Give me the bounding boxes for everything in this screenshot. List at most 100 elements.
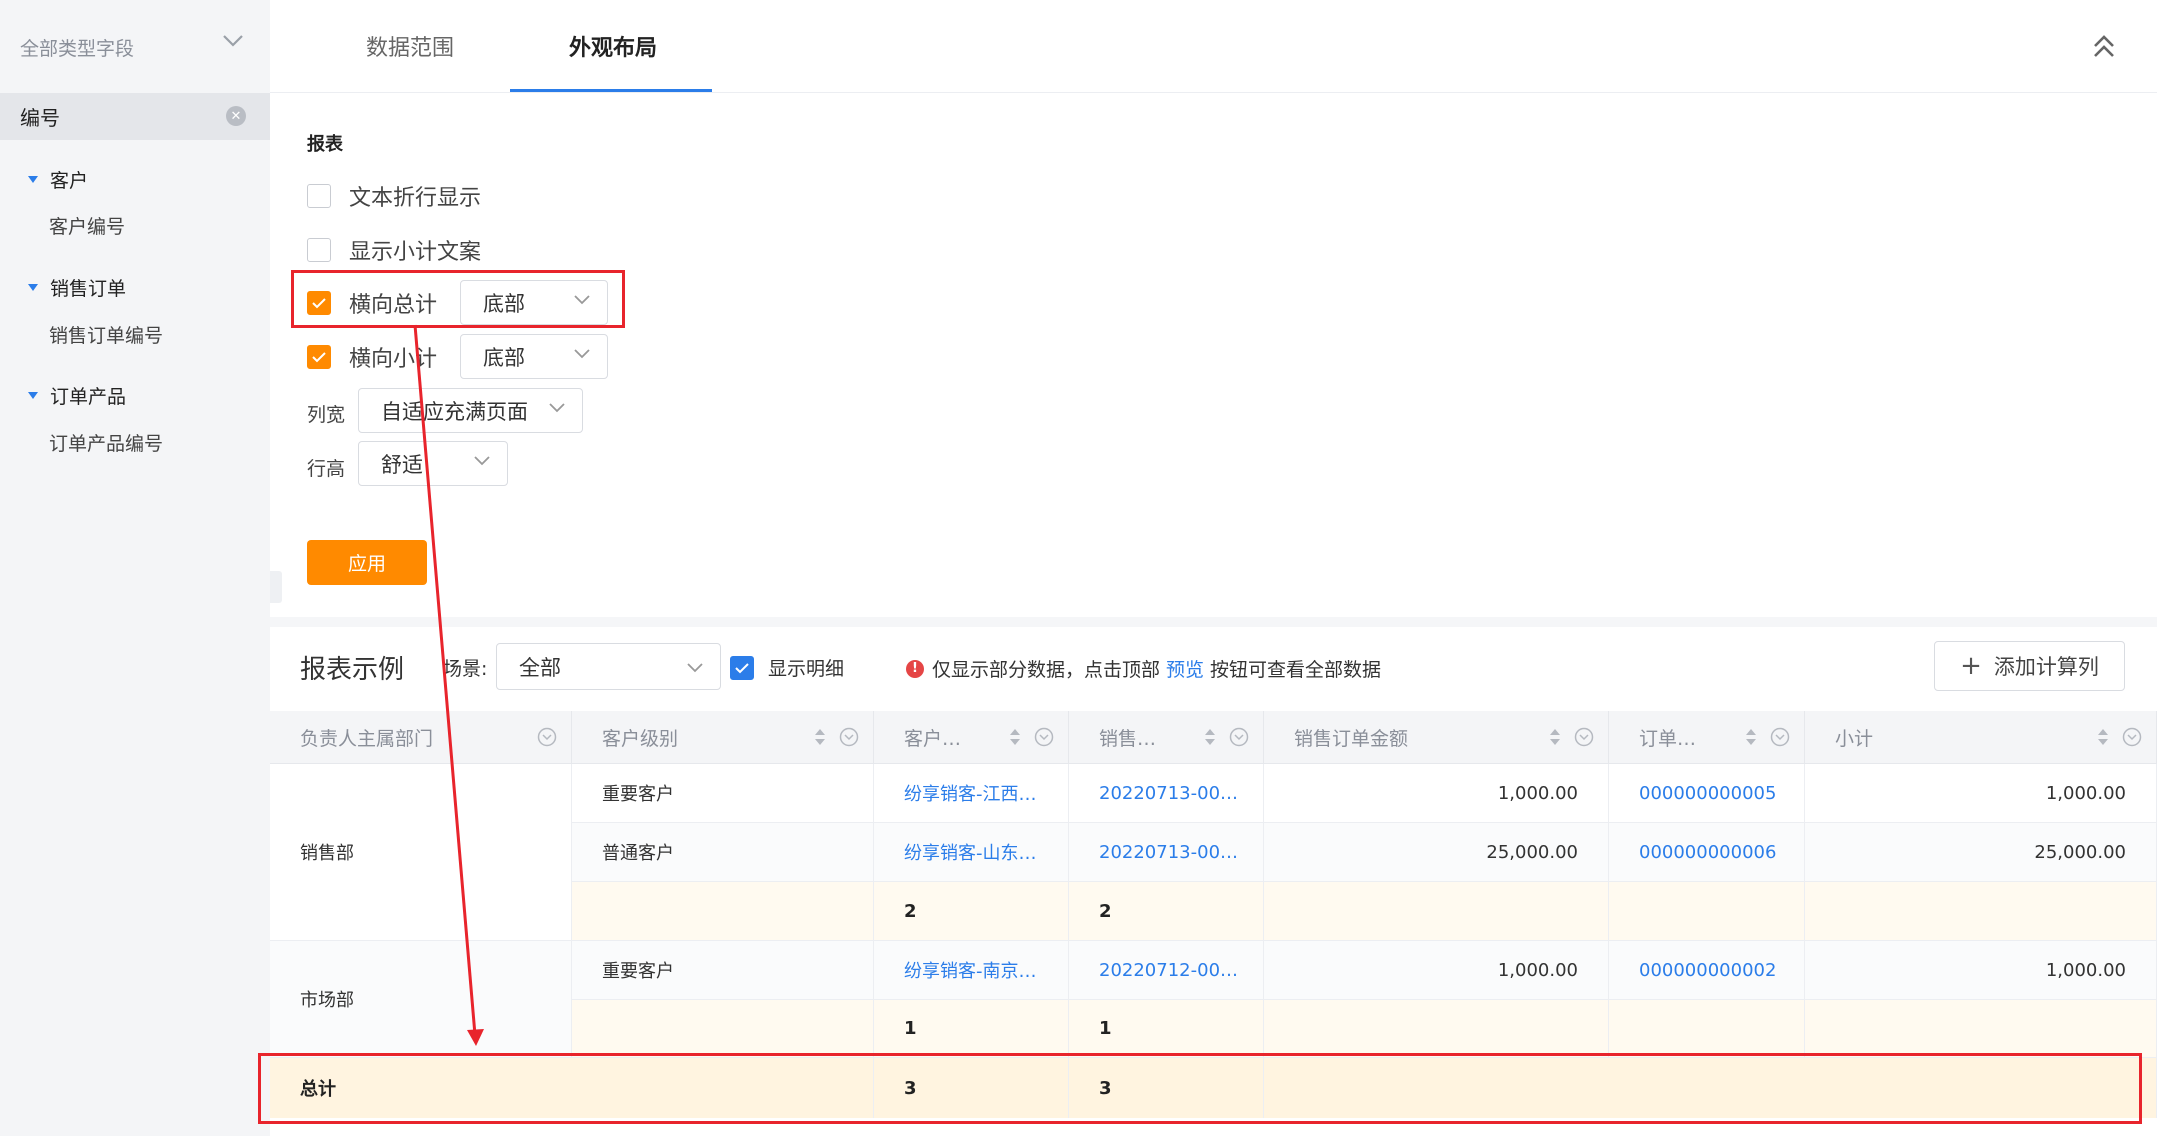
horizontal-total-checkbox[interactable] [307, 291, 331, 315]
dept-cell-sales: 销售部 [270, 764, 572, 941]
subtotal-row-blank [572, 882, 874, 941]
table-cell-level: 重要客户 [572, 941, 874, 1000]
subtotal-cell-customer-count: 1 [874, 1000, 1069, 1058]
check-icon [312, 352, 326, 363]
horizontal-total-option[interactable]: 横向总计 [307, 287, 437, 319]
table-cell-subtotal: 25,000.00 [1805, 823, 2157, 882]
table-cell-product-link[interactable]: 000000000005 [1609, 764, 1805, 823]
preview-link[interactable]: 预览 [1166, 655, 1204, 682]
horizontal-subtotal-checkbox[interactable] [307, 345, 331, 369]
caret-down-icon [28, 392, 38, 399]
column-width-label: 列宽 [307, 404, 346, 426]
chevron-down-icon [474, 456, 490, 466]
table-cell-order-link[interactable]: 20220713-00… [1069, 823, 1264, 882]
tree-item-order-product-no[interactable]: 订单产品编号 [49, 429, 163, 456]
partial-data-hint: ! 仅显示部分数据，点击顶部 预览 按钮可查看全部数据 [906, 655, 1381, 682]
horizontal-total-position-select[interactable]: 底部 [460, 280, 608, 325]
column-header-amount[interactable]: 销售订单金额 [1264, 711, 1609, 764]
apply-button[interactable]: 应用 [307, 540, 427, 585]
column-menu-icon[interactable] [839, 727, 859, 752]
column-menu-icon[interactable] [2122, 727, 2142, 752]
column-width-select[interactable]: 自适应充满页面 [358, 388, 583, 433]
check-icon [735, 662, 749, 673]
resize-handle[interactable] [270, 571, 282, 603]
wrap-text-checkbox[interactable] [307, 184, 331, 208]
column-menu-icon[interactable] [1770, 727, 1790, 752]
sort-icon[interactable] [1548, 727, 1562, 752]
subtotal-row-blank [1805, 1000, 2157, 1058]
tree-group-order-product[interactable]: 订单产品 [28, 382, 126, 409]
scene-select[interactable]: 全部 [496, 643, 721, 690]
tree-item-customer-no[interactable]: 客户编号 [49, 212, 125, 239]
tab-data-range[interactable]: 数据范围 [366, 30, 454, 62]
chevron-down-icon [687, 663, 703, 673]
column-menu-icon[interactable] [1229, 727, 1249, 752]
add-calculated-column-button[interactable]: + 添加计算列 [1934, 641, 2125, 691]
table-cell-amount: 25,000.00 [1264, 823, 1609, 882]
field-search-value: 编号 [20, 106, 60, 130]
subtotal-row-blank [1264, 882, 1609, 941]
horizontal-subtotal-option[interactable]: 横向小计 [307, 341, 437, 373]
subtotal-cell-order-count: 2 [1069, 882, 1264, 941]
table-cell-order-link[interactable]: 20220712-00… [1069, 941, 1264, 1000]
subtotal-cell-customer-count: 2 [874, 882, 1069, 941]
total-cell-order-count: 3 [1069, 1058, 1264, 1118]
show-detail-checkbox[interactable] [730, 655, 754, 680]
sort-icon[interactable] [1203, 727, 1217, 752]
tab-appearance[interactable]: 外观布局 [569, 30, 657, 62]
tree-group-customer[interactable]: 客户 [28, 166, 88, 193]
table-cell-subtotal: 1,000.00 [1805, 764, 2157, 823]
subtotal-cell-order-count: 1 [1069, 1000, 1264, 1058]
sort-icon[interactable] [1744, 727, 1758, 752]
table-cell-level: 普通客户 [572, 823, 874, 882]
check-icon [312, 298, 326, 309]
double-chevron-up-icon[interactable] [2093, 34, 2115, 58]
wrap-text-option[interactable]: 文本折行显示 [307, 180, 481, 212]
table-cell-amount: 1,000.00 [1264, 941, 1609, 1000]
table-cell-subtotal: 1,000.00 [1805, 941, 2157, 1000]
sort-icon[interactable] [813, 727, 827, 752]
field-type-dropdown[interactable]: 全部类型字段 [0, 18, 270, 76]
column-header-customer[interactable]: 客户… [874, 711, 1069, 764]
tree-group-sales-order[interactable]: 销售订单 [28, 274, 126, 301]
table-cell-customer-link[interactable]: 纷享销客-南京… [874, 941, 1069, 1000]
column-header-dept[interactable]: 负责人主属部门 [270, 711, 572, 764]
total-cell-customer-count: 3 [874, 1058, 1069, 1118]
table-cell-amount: 1,000.00 [1264, 764, 1609, 823]
section-divider [270, 617, 2157, 627]
tab-active-indicator [510, 89, 712, 92]
column-menu-icon[interactable] [537, 727, 557, 752]
subtotal-text-option[interactable]: 显示小计文案 [307, 234, 481, 266]
column-menu-icon[interactable] [1034, 727, 1054, 752]
show-detail-option[interactable]: 显示明细 [730, 654, 844, 681]
table-cell-customer-link[interactable]: 纷享销客-山东… [874, 823, 1069, 882]
table-cell-product-link[interactable]: 000000000002 [1609, 941, 1805, 1000]
sort-icon[interactable] [2096, 727, 2110, 752]
caret-down-icon [28, 284, 38, 291]
column-menu-icon[interactable] [1574, 727, 1594, 752]
column-header-product[interactable]: 订单… [1609, 711, 1805, 764]
subtotal-row-blank [1264, 1000, 1609, 1058]
row-height-label: 行高 [307, 458, 346, 480]
clear-icon[interactable]: ✕ [226, 106, 246, 126]
chevron-down-icon [574, 349, 590, 359]
subtotal-row-blank [1805, 882, 2157, 941]
total-row-label: 总计 [270, 1058, 874, 1118]
table-cell-customer-link[interactable]: 纷享销客-江西… [874, 764, 1069, 823]
column-header-order[interactable]: 销售… [1069, 711, 1264, 764]
table-cell-order-link[interactable]: 20220713-00… [1069, 764, 1264, 823]
subtotal-row-blank [1609, 882, 1805, 941]
field-search-input[interactable]: 编号 ✕ [0, 93, 270, 140]
table-cell-product-link[interactable]: 000000000006 [1609, 823, 1805, 882]
sidebar: 全部类型字段 编号 ✕ 客户 客户编号 销售订单 销售订单编号 订单产品 订单产… [0, 0, 270, 1136]
chevron-down-icon [549, 403, 565, 413]
column-header-subtotal[interactable]: 小计 [1805, 711, 2157, 764]
row-height-select[interactable]: 舒适 [358, 441, 508, 486]
subtotal-text-checkbox[interactable] [307, 238, 331, 262]
example-title: 报表示例 [300, 655, 405, 685]
column-header-level[interactable]: 客户级别 [572, 711, 874, 764]
warning-icon: ! [906, 659, 924, 678]
horizontal-subtotal-position-select[interactable]: 底部 [460, 334, 608, 379]
tree-item-sales-order-no[interactable]: 销售订单编号 [49, 321, 163, 348]
sort-icon[interactable] [1008, 727, 1022, 752]
